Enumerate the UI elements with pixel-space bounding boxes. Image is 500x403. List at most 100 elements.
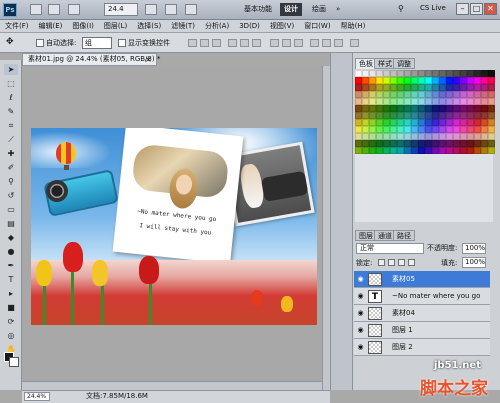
color-swatch[interactable] [432, 84, 439, 91]
color-swatch[interactable] [383, 140, 390, 147]
menu-image[interactable]: 图像(I) [67, 20, 99, 32]
color-swatch[interactable] [404, 112, 411, 119]
color-swatch[interactable] [474, 126, 481, 133]
color-swatch[interactable] [411, 77, 418, 84]
color-swatch[interactable] [362, 112, 369, 119]
color-swatch[interactable] [432, 119, 439, 126]
color-swatch[interactable] [397, 112, 404, 119]
zoom-level-input[interactable]: 24.4 [104, 3, 138, 16]
color-swatch[interactable] [446, 77, 453, 84]
move-tool-icon[interactable]: ➤ [4, 64, 18, 75]
color-swatch[interactable] [369, 147, 376, 154]
menu-edit[interactable]: 编辑(E) [34, 20, 68, 32]
distribute-vcenter-icon[interactable] [282, 39, 291, 47]
color-swatch[interactable] [397, 147, 404, 154]
eye-icon[interactable]: ◉ [356, 309, 365, 317]
color-swatch[interactable] [467, 133, 474, 140]
color-swatch[interactable] [481, 126, 488, 133]
color-swatch[interactable] [432, 126, 439, 133]
color-swatch[interactable] [488, 98, 495, 105]
color-swatch[interactable] [404, 91, 411, 98]
color-swatch[interactable] [446, 105, 453, 112]
color-swatch[interactable] [481, 140, 488, 147]
color-swatch[interactable] [390, 98, 397, 105]
color-swatch[interactable] [362, 77, 369, 84]
color-swatch[interactable] [474, 147, 481, 154]
color-swatch[interactable] [446, 70, 453, 77]
color-swatch[interactable] [411, 147, 418, 154]
color-swatch[interactable] [467, 112, 474, 119]
color-swatch[interactable] [439, 91, 446, 98]
color-swatch[interactable] [453, 133, 460, 140]
dodge-tool-icon[interactable]: ● [4, 246, 18, 257]
color-swatch[interactable] [425, 77, 432, 84]
color-swatch[interactable] [439, 119, 446, 126]
color-swatch[interactable] [446, 147, 453, 154]
color-swatch[interactable] [432, 105, 439, 112]
document-tab[interactable]: 素材01.jpg @ 24.4% (素材05, RGB/8) * [22, 53, 160, 66]
color-swatch[interactable] [439, 77, 446, 84]
color-swatch[interactable] [362, 147, 369, 154]
color-swatch[interactable] [397, 126, 404, 133]
auto-select-checkbox[interactable] [36, 39, 44, 47]
align-vcenter-icon[interactable] [200, 39, 209, 47]
color-swatch[interactable] [397, 98, 404, 105]
color-swatch[interactable] [474, 133, 481, 140]
color-swatch[interactable] [383, 105, 390, 112]
color-swatch[interactable] [446, 98, 453, 105]
color-swatch[interactable] [376, 98, 383, 105]
workspace-essentials[interactable]: 基本功能 [240, 3, 276, 16]
color-swatch[interactable] [355, 119, 362, 126]
color-swatch[interactable] [418, 70, 425, 77]
color-swatch[interactable] [481, 91, 488, 98]
color-swatch[interactable] [474, 112, 481, 119]
color-swatch[interactable] [425, 147, 432, 154]
color-swatch[interactable] [439, 126, 446, 133]
color-swatch[interactable] [488, 119, 495, 126]
document-size-info[interactable]: 文档:7.85M/18.6M [86, 391, 148, 401]
color-swatch[interactable] [460, 147, 467, 154]
arrange-documents-icon[interactable] [165, 4, 177, 15]
color-swatch[interactable] [460, 98, 467, 105]
menu-window[interactable]: 窗口(W) [299, 20, 335, 32]
quick-select-icon[interactable]: ✎ [4, 106, 18, 117]
color-swatch[interactable] [383, 119, 390, 126]
color-swatch[interactable] [362, 126, 369, 133]
color-swatch[interactable] [355, 98, 362, 105]
color-swatch[interactable] [418, 133, 425, 140]
color-swatch[interactable] [439, 84, 446, 91]
color-swatch[interactable] [418, 112, 425, 119]
document-canvas[interactable]: ~No mater where you go I will stay with … [31, 128, 317, 325]
color-swatch[interactable] [481, 105, 488, 112]
color-swatch[interactable] [481, 147, 488, 154]
maximize-icon[interactable]: □ [470, 3, 483, 15]
distribute-hcenter-icon[interactable] [322, 39, 331, 47]
color-swatch[interactable] [425, 91, 432, 98]
color-swatch[interactable] [453, 126, 460, 133]
background-color-swatch[interactable] [9, 357, 19, 367]
color-swatch[interactable] [418, 105, 425, 112]
color-swatch[interactable] [425, 126, 432, 133]
workspace-painting[interactable]: 绘画 [308, 3, 330, 16]
color-swatch[interactable] [369, 105, 376, 112]
color-swatch[interactable] [446, 126, 453, 133]
color-swatch[interactable] [481, 119, 488, 126]
color-swatch[interactable] [369, 112, 376, 119]
auto-align-icon[interactable] [350, 39, 359, 47]
color-swatch[interactable] [453, 147, 460, 154]
color-swatch[interactable] [404, 119, 411, 126]
color-swatch[interactable] [467, 91, 474, 98]
color-swatch[interactable] [453, 84, 460, 91]
distribute-left-icon[interactable] [310, 39, 319, 47]
color-swatch[interactable] [369, 119, 376, 126]
crop-tool-icon[interactable]: ⌗ [4, 120, 18, 131]
color-swatch[interactable] [404, 140, 411, 147]
color-swatch[interactable] [383, 84, 390, 91]
color-swatch[interactable] [453, 119, 460, 126]
history-brush-icon[interactable]: ↺ [4, 190, 18, 201]
color-swatch[interactable] [418, 147, 425, 154]
color-swatch[interactable] [460, 126, 467, 133]
color-swatch[interactable] [474, 91, 481, 98]
view-extras-icon[interactable] [68, 4, 80, 15]
color-swatch[interactable] [404, 84, 411, 91]
